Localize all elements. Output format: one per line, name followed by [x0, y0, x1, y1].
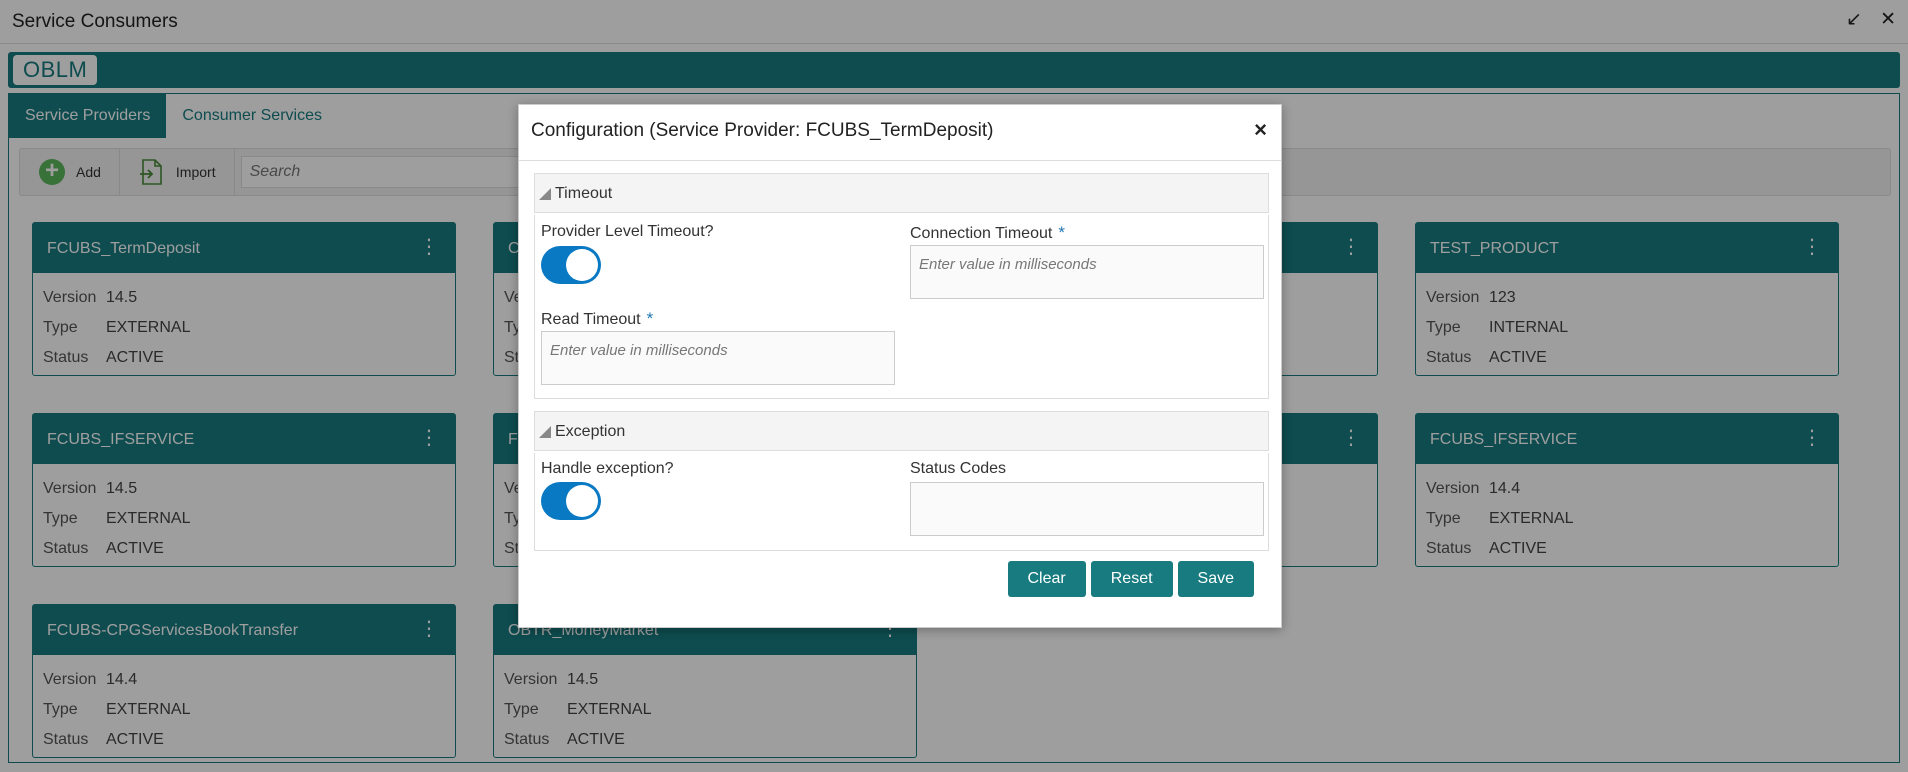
required-mark: * [646, 309, 654, 328]
toggle-knob [566, 485, 598, 517]
provider-level-timeout-toggle[interactable] [541, 246, 601, 284]
connection-timeout-label-text: Connection Timeout [910, 225, 1053, 242]
timeout-section-body: Provider Level Timeout? Connection Timeo… [534, 215, 1269, 399]
handle-exception-label: Handle exception? [541, 460, 674, 477]
provider-level-timeout-label: Provider Level Timeout? [541, 223, 714, 240]
configuration-dialog: Configuration (Service Provider: FCUBS_T… [518, 104, 1282, 628]
timeout-section: Timeout Provider Level Timeout? Connecti… [534, 173, 1269, 399]
dialog-actions: Clear Reset Save [1007, 561, 1254, 597]
exception-section-body: Handle exception? Status Codes [534, 453, 1269, 551]
read-timeout-label-text: Read Timeout [541, 311, 641, 328]
required-mark: * [1058, 223, 1065, 242]
clear-button[interactable]: Clear [1007, 561, 1086, 597]
exception-section: Exception Handle exception? Status Codes [534, 411, 1269, 551]
dialog-title: Configuration (Service Provider: FCUBS_T… [531, 120, 994, 141]
collapse-triangle-icon [539, 188, 551, 200]
read-timeout-label: Read Timeout * [541, 309, 653, 329]
read-timeout-input[interactable]: Enter value in milliseconds [541, 331, 895, 385]
timeout-section-header[interactable]: Timeout [534, 173, 1269, 213]
status-codes-input[interactable] [910, 482, 1264, 536]
connection-timeout-label: Connection Timeout * [910, 223, 1065, 243]
collapse-triangle-icon [539, 426, 551, 438]
exception-section-header[interactable]: Exception [534, 411, 1269, 451]
handle-exception-toggle[interactable] [541, 482, 601, 520]
status-codes-label: Status Codes [910, 460, 1007, 477]
toggle-knob [566, 249, 598, 281]
close-icon[interactable]: × [1254, 117, 1267, 143]
dialog-header: Configuration (Service Provider: FCUBS_T… [519, 105, 1281, 161]
timeout-section-title: Timeout [555, 185, 613, 202]
connection-timeout-input[interactable]: Enter value in milliseconds [910, 245, 1264, 299]
save-button[interactable]: Save [1177, 561, 1254, 597]
exception-section-title: Exception [555, 423, 626, 440]
reset-button[interactable]: Reset [1090, 561, 1173, 597]
